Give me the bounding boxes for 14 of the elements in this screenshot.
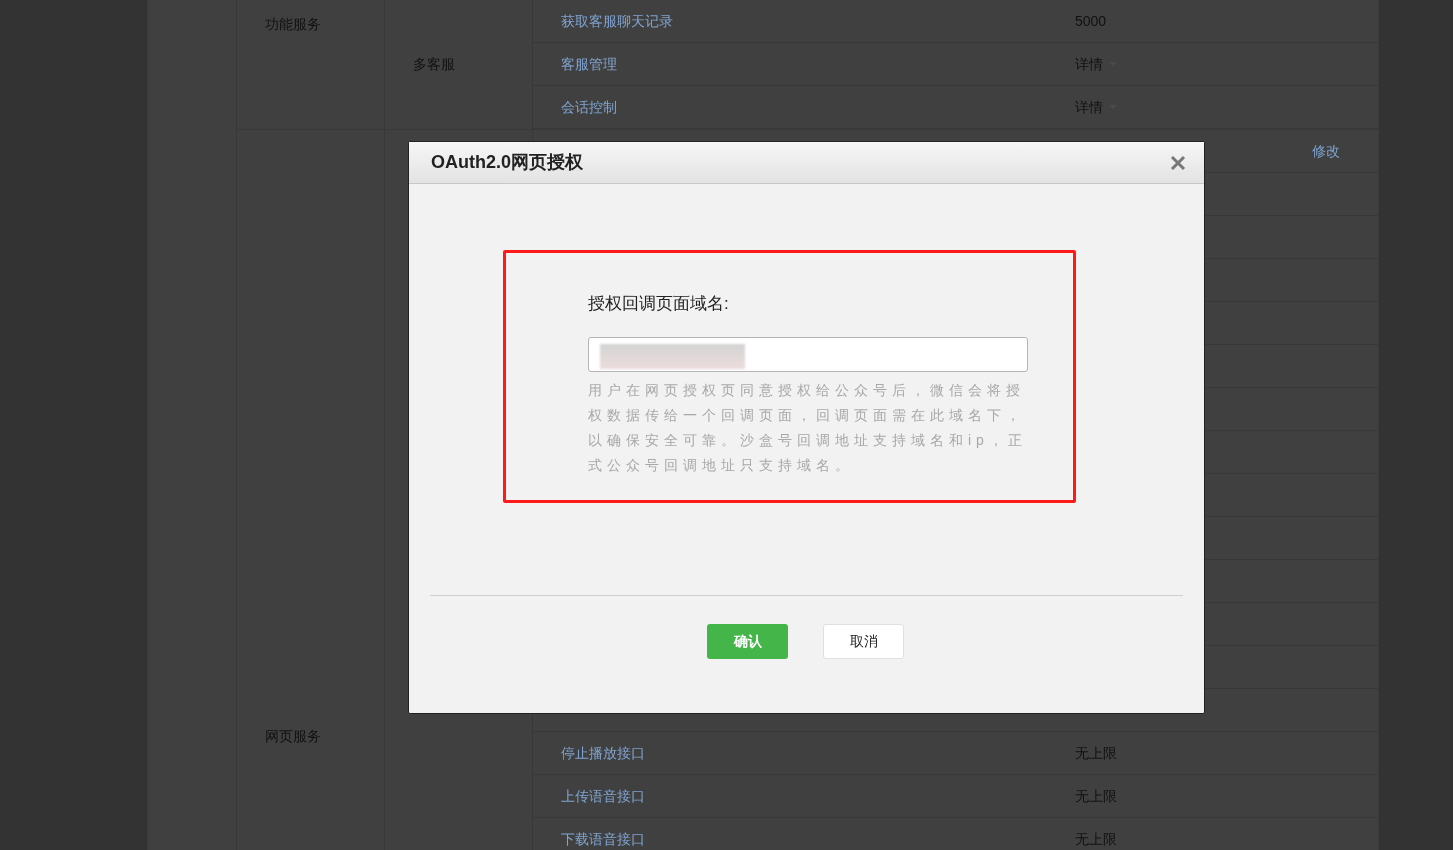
confirm-button[interactable]: 确认 <box>707 624 788 659</box>
edit-link[interactable]: 修改 <box>1312 140 1340 162</box>
api-link[interactable]: 停止播放接口 <box>561 745 645 761</box>
field-label: 授权回调页面域名: <box>588 293 730 315</box>
api-link[interactable]: 会话控制 <box>561 99 617 115</box>
api-link[interactable]: 客服管理 <box>561 56 617 72</box>
api-link[interactable]: 获取客服聊天记录 <box>561 13 673 29</box>
api-link[interactable]: 上传语音接口 <box>561 788 645 804</box>
close-icon[interactable] <box>1170 154 1186 171</box>
cancel-button[interactable]: 取消 <box>823 624 904 659</box>
dialog-title: OAuth2.0网页授权 <box>431 151 583 174</box>
field-hint: 用户在网页授权页同意授权给公众号后，微信会将授权数据传给一个回调页面，回调页面需在此域名下，以确保安全可靠。沙盒号回调地址支持域名和ip，正式公众号回调地址只支持域名。 <box>588 380 1028 475</box>
api-link[interactable]: 下载语音接口 <box>561 831 645 847</box>
domain-input-field[interactable] <box>588 336 1028 372</box>
